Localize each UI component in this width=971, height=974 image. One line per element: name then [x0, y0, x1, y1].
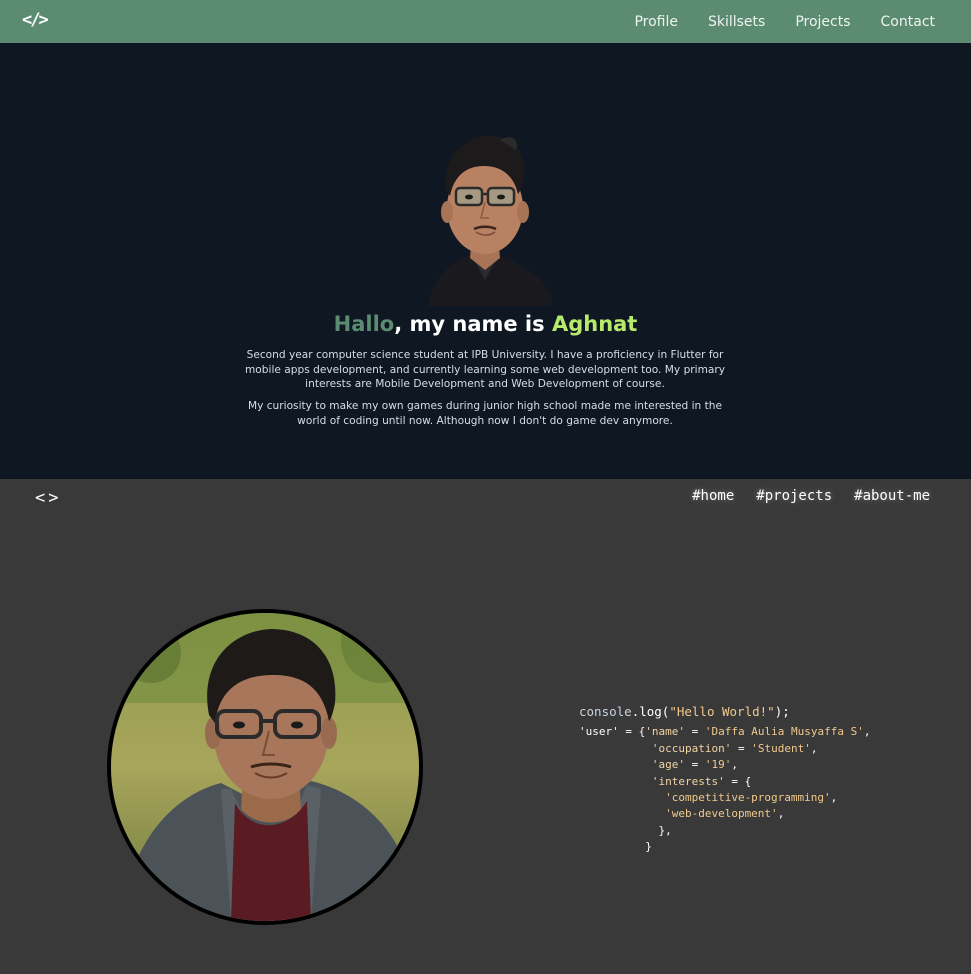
- code-line-close-inner: },: [658, 823, 672, 837]
- code-snippet: console.log("Hello World!"); 'user' = {'n…: [579, 686, 870, 888]
- section-nav: #home #projects #about-me: [670, 488, 930, 504]
- hero-section: </> Profile Skillsets Projects Contact H…: [0, 0, 971, 479]
- hero-title: Hallo, my name is Aghnat: [0, 312, 971, 336]
- hero-title-name: Aghnat: [551, 312, 638, 336]
- hero-paragraph-1: Second year computer science student at …: [244, 349, 726, 391]
- hero-title-greeting: Hallo: [333, 312, 395, 336]
- nav-link-projects[interactable]: Projects: [795, 14, 850, 30]
- nav-links: Profile Skillsets Projects Contact: [604, 0, 935, 43]
- code-line-occupation: 'occupation' = 'Student',: [651, 741, 818, 755]
- nav-link-home[interactable]: #home: [692, 488, 734, 504]
- nav-link-profile[interactable]: Profile: [634, 14, 678, 30]
- about-section: <> #home #projects #about-me console.log…: [0, 479, 971, 974]
- code-line-console: console.log("Hello World!");: [579, 704, 790, 720]
- nav-link-skillsets[interactable]: Skillsets: [708, 14, 765, 30]
- nav-link-about-me[interactable]: #about-me: [854, 488, 930, 504]
- avatar-photo: [107, 609, 423, 925]
- code-line-interest-1: 'competitive-programming',: [665, 791, 838, 805]
- hero-paragraph-2: My curiosity to make my own games during…: [247, 400, 723, 427]
- code-brackets-icon[interactable]: </>: [22, 9, 49, 31]
- code-line-interest-2: 'web-development',: [665, 807, 785, 821]
- profile-photo: [428, 136, 552, 306]
- nav-link-contact[interactable]: Contact: [881, 14, 935, 30]
- nav-link-projects-hash[interactable]: #projects: [756, 488, 832, 504]
- code-line-close-outer: }: [645, 840, 652, 854]
- code-line-user: 'user' = {'name' = 'Daffa Aulia Musyaffa…: [579, 725, 871, 739]
- code-line-age: 'age' = '19',: [651, 758, 738, 772]
- code-chevrons-icon[interactable]: <>: [35, 487, 61, 509]
- hero-title-middle: , my name is: [394, 312, 552, 336]
- code-line-interests: 'interests' = {: [651, 774, 752, 788]
- top-navbar: </> Profile Skillsets Projects Contact: [0, 0, 971, 43]
